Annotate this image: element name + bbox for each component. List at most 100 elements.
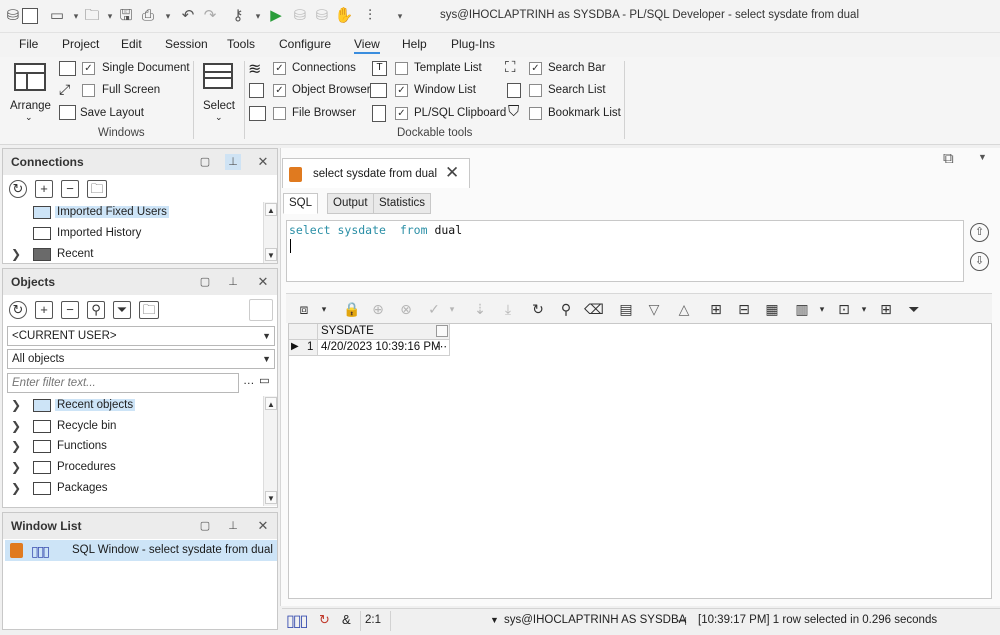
new-sql-window-icon[interactable]: ▭: [47, 6, 67, 26]
pin-icon[interactable]: ⊥: [225, 154, 241, 170]
customize-dropdown-icon[interactable]: ▾: [390, 6, 410, 26]
menu-plugins[interactable]: Plug-Ins: [451, 37, 495, 51]
search-bar-label[interactable]: Search Bar: [548, 62, 606, 74]
tree-item[interactable]: ❯ Recent objects: [11, 396, 261, 416]
scrollbar[interactable]: ▲ ▼: [263, 202, 277, 263]
single-record-view-icon[interactable]: ▤: [616, 299, 636, 319]
post-changes-icon[interactable]: ✓: [424, 299, 444, 319]
user-combo[interactable]: <CURRENT USER> ▼: [7, 326, 275, 346]
pin-icon[interactable]: ⊣: [677, 614, 687, 628]
layout-dropdown-icon[interactable]: ▾: [854, 299, 874, 319]
connection-dropdown-icon[interactable]: ▼: [490, 615, 499, 625]
record-icon[interactable]: ↻: [319, 612, 330, 628]
object-browser-label[interactable]: Object Browser: [292, 84, 371, 96]
menu-session[interactable]: Session: [165, 37, 208, 51]
delete-record-icon[interactable]: ⊗: [396, 299, 416, 319]
filter-options-icon[interactable]: …: [243, 375, 255, 387]
scrollbar[interactable]: ▲ ▼: [263, 396, 277, 506]
pin-icon[interactable]: ⊥: [225, 518, 241, 534]
chevron-right-icon[interactable]: ❯: [11, 419, 25, 433]
tree-item[interactable]: ❯ Recent: [11, 245, 261, 265]
tree-item[interactable]: ❯ Recycle bin: [11, 417, 261, 437]
search-bar-checkbox[interactable]: ✓: [529, 62, 542, 75]
save-layout-label[interactable]: Save Layout: [80, 107, 144, 119]
menu-help[interactable]: Help: [402, 37, 427, 51]
grid-options-icon[interactable]: ⧈: [294, 299, 314, 319]
template-list-label[interactable]: Template List: [414, 62, 482, 74]
menu-configure[interactable]: Configure: [279, 37, 331, 51]
sql-editor[interactable]: select sysdate from dual: [286, 220, 964, 282]
filter-icon[interactable]: ⏷: [113, 301, 131, 319]
chevron-right-icon[interactable]: ❯: [11, 460, 25, 474]
chart-dropdown-icon[interactable]: ▾: [812, 299, 832, 319]
menu-project[interactable]: Project: [62, 37, 99, 51]
new-window-icon[interactable]: [22, 8, 38, 24]
tab-sql[interactable]: SQL: [283, 193, 319, 214]
chevron-right-icon[interactable]: ❯: [11, 439, 25, 453]
fetch-last-icon[interactable]: ⤓: [498, 299, 518, 319]
undo-icon[interactable]: ↶: [178, 6, 198, 26]
add-icon[interactable]: +: [35, 180, 53, 198]
search-list-label[interactable]: Search List: [548, 84, 606, 96]
window-menu-icon[interactable]: ⧉: [943, 150, 954, 167]
connection-dropdown-icon[interactable]: ▾: [248, 6, 268, 26]
refresh-icon[interactable]: ↻: [528, 299, 548, 319]
filter-folder-icon[interactable]: ▭: [259, 373, 270, 387]
file-browser-label[interactable]: File Browser: [292, 107, 356, 119]
window-menu-dropdown-icon[interactable]: ▼: [978, 152, 987, 162]
full-screen-checkbox[interactable]: [82, 84, 95, 97]
file-browser-checkbox[interactable]: [273, 107, 286, 120]
close-icon[interactable]: ✕: [255, 274, 271, 290]
tab-statistics[interactable]: Statistics: [373, 193, 432, 214]
column-header[interactable]: SYSDATE: [318, 324, 450, 340]
bookmark-list-checkbox[interactable]: [529, 107, 542, 120]
full-screen-label[interactable]: Full Screen: [102, 84, 160, 96]
export-icon[interactable]: ⊞: [706, 299, 726, 319]
template-list-checkbox[interactable]: [395, 62, 408, 75]
print-icon[interactable]: ⎙: [138, 6, 158, 26]
maximize-icon[interactable]: ▢: [197, 274, 213, 290]
preferences-icon[interactable]: ⫶: [360, 6, 380, 26]
connection-info[interactable]: sys@IHOCLAPTRINH AS SYSDBA: [504, 614, 686, 626]
scroll-down-icon[interactable]: ▼: [265, 248, 277, 261]
bookmark-list-label[interactable]: Bookmark List: [548, 107, 621, 119]
scroll-down-icon[interactable]: ▼: [265, 491, 277, 504]
remove-icon[interactable]: −: [61, 180, 79, 198]
window-list-checkbox[interactable]: ✓: [395, 84, 408, 97]
menu-file[interactable]: File: [19, 37, 38, 51]
folder-config-icon[interactable]: 🗀: [87, 180, 107, 198]
fetch-next-icon[interactable]: ⇣: [470, 299, 490, 319]
chevron-right-icon[interactable]: ❯: [11, 481, 25, 495]
table-cell[interactable]: 4/20/2023 10:39:16 PM ⋯: [318, 340, 450, 356]
refresh-icon[interactable]: ↻: [9, 180, 27, 198]
redo-icon[interactable]: ↷: [200, 6, 220, 26]
folder-config-icon[interactable]: 🗀: [139, 301, 159, 319]
maximize-icon[interactable]: ▢: [197, 154, 213, 170]
tab-output[interactable]: Output: [327, 193, 374, 214]
search-list-checkbox[interactable]: [529, 84, 542, 97]
arrange-button[interactable]: Arrange ⌄: [8, 61, 52, 123]
plsql-clipboard-checkbox[interactable]: ✓: [395, 107, 408, 120]
objects-type-combo[interactable]: All objects ▼: [7, 349, 275, 369]
row-indicator[interactable]: ▶ 1: [289, 340, 318, 356]
filter-icon[interactable]: ⏷: [904, 299, 924, 319]
sort-descending-icon[interactable]: ▽: [644, 299, 664, 319]
layout-icon[interactable]: ⊡: [834, 299, 854, 319]
scroll-up-icon[interactable]: ▲: [265, 203, 277, 216]
save-icon[interactable]: 🖫: [116, 6, 136, 26]
open-folder-icon[interactable]: 🗀: [82, 6, 102, 26]
close-tab-icon[interactable]: ✕: [445, 163, 459, 183]
pin-icon[interactable]: ⊥: [225, 274, 241, 290]
history-up-icon[interactable]: ⇧: [970, 223, 989, 242]
grid-options-dropdown-icon[interactable]: ▾: [314, 299, 334, 319]
menu-edit[interactable]: Edit: [121, 37, 142, 51]
close-icon[interactable]: ✕: [255, 154, 271, 170]
commit-icon[interactable]: ⛁: [290, 6, 310, 26]
object-browser-checkbox[interactable]: ✓: [273, 84, 286, 97]
single-document-checkbox[interactable]: ✓: [82, 62, 95, 75]
scroll-up-icon[interactable]: ▲: [265, 397, 277, 410]
rollback-icon[interactable]: ⛁: [312, 6, 332, 26]
cell-ellipsis-icon[interactable]: ⋯: [436, 340, 447, 353]
execute-icon[interactable]: ▶: [266, 6, 286, 26]
document-tab[interactable]: select sysdate from dual ✕: [282, 158, 470, 188]
